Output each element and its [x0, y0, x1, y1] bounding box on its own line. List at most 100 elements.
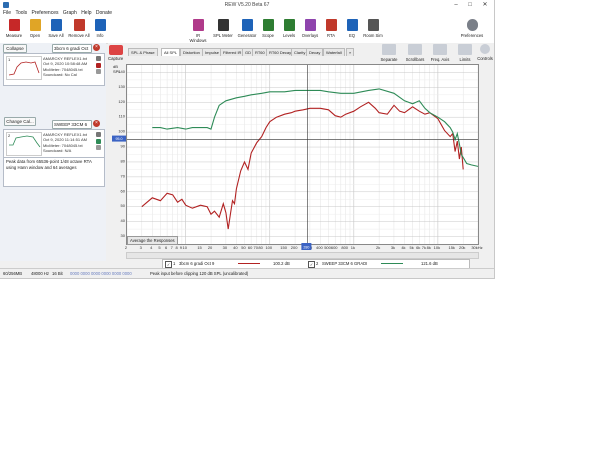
more-tabs-chevron-icon[interactable]: » — [346, 48, 355, 56]
legend-2-swatch — [381, 263, 403, 264]
info-button[interactable]: Info — [89, 19, 111, 38]
scope-label: Scope — [262, 33, 274, 38]
legend-1-swatch — [238, 263, 260, 264]
overlays-label: Overlays — [301, 33, 319, 38]
close-measurement-icon[interactable]: × — [93, 44, 100, 51]
remove-all-button[interactable]: Remove All — [68, 19, 90, 38]
trash-icon[interactable] — [96, 145, 101, 150]
graph-tabs: SPL & Phase All SPL Distortion Impulse F… — [128, 48, 378, 56]
tab-spl-phase[interactable]: SPL & Phase — [128, 48, 158, 56]
tab-all-spl[interactable]: All SPL — [161, 48, 181, 56]
save-all-button[interactable]: Save All — [45, 19, 67, 38]
tab-impulse[interactable]: Impulse — [202, 48, 223, 56]
x-tick-label: 7 — [171, 245, 174, 250]
trash-icon[interactable] — [96, 69, 101, 74]
measurement-card-1[interactable]: 1 AMARCKY REFLEX1.txt Oct 9, 2020 10:58:… — [3, 53, 105, 86]
save-icon — [50, 19, 62, 31]
spl-meter-button[interactable]: SPL Meter — [212, 19, 234, 38]
y-tick-label: 40 — [121, 218, 126, 223]
info-icon — [94, 19, 106, 31]
separate-label: Separate — [380, 57, 398, 62]
menu-graph[interactable]: Graph — [63, 10, 77, 17]
measure-label: Measure — [5, 33, 23, 38]
legend-2-value: 121.6 dB — [421, 261, 438, 266]
menu-preferences[interactable]: Preferences — [32, 10, 59, 17]
measure-button[interactable]: Measure — [3, 19, 25, 38]
overlays-button[interactable]: Overlays — [299, 19, 321, 38]
freq-axis-label: Freq. Axis — [430, 57, 450, 62]
room-sim-label: Room Sim — [363, 33, 383, 38]
status-message: Peak input before clipping 120 dB SPL (u… — [150, 271, 249, 276]
menu-tools[interactable]: Tools — [15, 10, 27, 17]
generator-button[interactable]: Generator — [236, 19, 258, 38]
legend-2-index: 2 — [316, 261, 319, 266]
legend-1-checkbox[interactable]: ✓ — [165, 261, 172, 268]
measurement-notes[interactable]: Peak data from 65536-point 1/48 octave R… — [3, 157, 105, 187]
scrollbars-button[interactable]: Scrollbars — [404, 44, 426, 62]
legend-2-checkbox[interactable]: ✓ — [308, 261, 315, 268]
horizontal-scrollbar[interactable] — [126, 252, 479, 259]
minimize-button[interactable]: – — [450, 1, 462, 9]
capture-icon[interactable] — [109, 45, 123, 55]
measurement-1-icons — [96, 56, 102, 76]
legend-2-name: SWEEP 33CM 6 GRADI — [322, 261, 368, 266]
lock-icon[interactable] — [96, 132, 101, 137]
x-tick-label: 4 — [150, 245, 153, 250]
rta-button[interactable]: RTA — [320, 19, 342, 38]
levels-icon — [283, 19, 295, 31]
x-tick-label: 3k — [391, 245, 395, 250]
menu-file[interactable]: File — [3, 10, 11, 17]
close-measurement-2-icon[interactable]: × — [93, 120, 100, 127]
open-button[interactable]: Open — [24, 19, 46, 38]
series-line-2 — [152, 88, 479, 167]
pen-icon[interactable] — [96, 62, 101, 68]
measurement-2-thumbnail: 2 — [6, 132, 42, 156]
controls-button[interactable]: Controls — [474, 44, 494, 61]
close-button[interactable]: ✕ — [479, 1, 491, 9]
collapse-button[interactable]: Collapse — [3, 44, 27, 53]
measurement-card-2[interactable]: 2 AMARCKY REFLEX1.txt Oct 9, 2020 11:14:… — [3, 129, 105, 158]
y-tick-label: 60 — [121, 188, 126, 193]
preferences-button[interactable]: Preferences — [456, 19, 488, 38]
menu-help[interactable]: Help — [81, 10, 91, 17]
x-tick-label: 200 — [291, 245, 298, 250]
tab-decay[interactable]: Decay — [306, 48, 324, 56]
status-bar: 60/256MB 48000 Hz 16 Bit 0000 0000 0000 … — [0, 268, 494, 278]
change-cal-button[interactable]: Change Cal... — [4, 117, 36, 126]
measurement-name-field[interactable]: 3bcm 6 gradi Oct 9 — [52, 44, 92, 58]
levels-button[interactable]: Levels — [278, 19, 300, 38]
x-tick-label: 100 — [265, 245, 272, 250]
measurement-2-name-field[interactable]: SWEEP 33CM 6 GRADI — [52, 120, 92, 134]
capture-label[interactable]: Capture — [108, 56, 123, 61]
ir-windows-button[interactable]: IR Windows — [187, 19, 209, 43]
tab-waterfall[interactable]: Waterfall — [323, 48, 345, 56]
measurement-1-line-2: Oct 9, 2020 10:58:48 AM — [43, 61, 88, 67]
x-tick-label: 10 — [183, 245, 188, 250]
legend-1-value: 100.2 dB — [273, 261, 290, 266]
separate-button[interactable]: Separate — [378, 44, 400, 62]
tab-filtered-ir[interactable]: Filtered IR — [220, 48, 245, 56]
scrollbars-icon — [408, 44, 422, 55]
title-bar: REW V5.20 Beta 67 – □ ✕ — [0, 0, 494, 10]
maximize-button[interactable]: □ — [464, 1, 476, 9]
y-tick-label: 90 — [121, 144, 126, 149]
x-tick-label: 600 — [331, 245, 338, 250]
limits-button[interactable]: Limits — [454, 44, 476, 62]
tab-distortion[interactable]: Distortion — [180, 48, 203, 56]
freq-axis-button[interactable]: Freq. Axis — [429, 44, 451, 62]
window-title: REW V5.20 Beta 67 — [224, 2, 270, 8]
measurement-2-line-2: Oct 9, 2020 11:14:51 AM — [43, 137, 87, 143]
eq-button[interactable]: EQ — [341, 19, 363, 38]
scope-button[interactable]: Scope — [257, 19, 279, 38]
limits-icon — [458, 44, 472, 55]
rta-icon — [325, 19, 337, 31]
tab-rt60-decay[interactable]: RT60 Decay — [266, 48, 295, 56]
spl-meter-label: SPL Meter — [213, 33, 233, 38]
menu-bar: File Tools Preferences Graph Help Donate — [0, 10, 494, 17]
spl-chart[interactable] — [126, 65, 479, 244]
spl-graph[interactable]: Average the Responses — [126, 64, 479, 245]
room-sim-button[interactable]: Room Sim — [362, 19, 384, 38]
pen-icon[interactable] — [96, 138, 101, 144]
menu-donate[interactable]: Donate — [96, 10, 112, 17]
lock-icon[interactable] — [96, 56, 101, 61]
